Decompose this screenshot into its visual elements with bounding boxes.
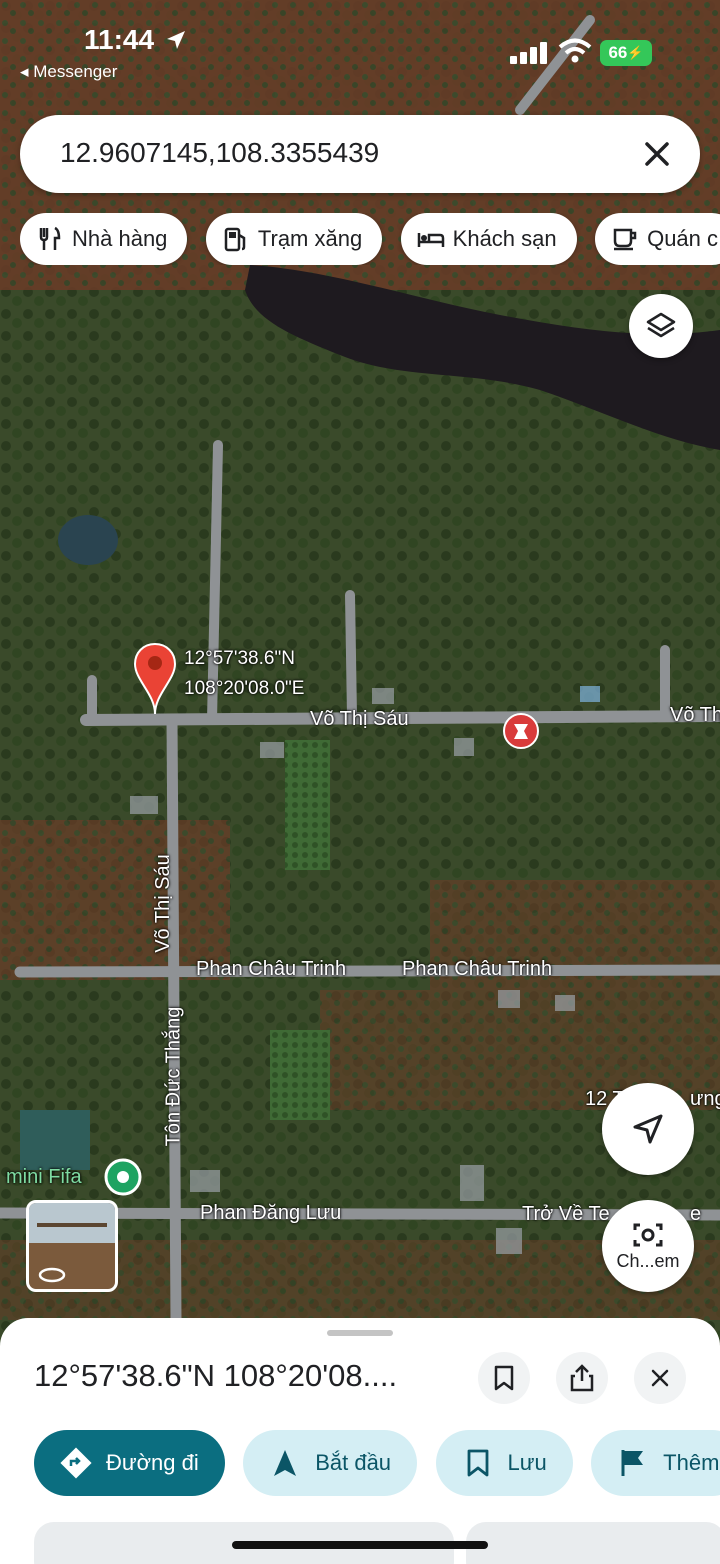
chip-label: Trạm xăng: [257, 226, 363, 251]
chip-label: Khách sạn: [452, 226, 557, 251]
street-label-tro-ve: Trở Về Te: [522, 1203, 610, 1225]
chip-restaurants[interactable]: Nhà hàng: [20, 213, 188, 265]
chip-cafes[interactable]: Quán c: [595, 213, 720, 265]
flag-icon: [621, 1450, 644, 1476]
close-icon[interactable]: [636, 133, 678, 175]
back-to-messenger[interactable]: ◂ Messenger: [20, 62, 117, 82]
status-bar: 11:44 ◂ Messenger 66 ⚡: [0, 0, 720, 96]
directions-label: Đường đi: [106, 1450, 199, 1475]
street-label-12-end: ưng: [690, 1088, 720, 1110]
chip-hotels[interactable]: Khách sạn: [400, 213, 577, 265]
search-query[interactable]: 12.9607145,108.3355439: [60, 137, 379, 169]
sheet-close-button[interactable]: [634, 1352, 686, 1404]
rotate-360-icon: [38, 1267, 66, 1283]
search-bar[interactable]: 12.9607145,108.3355439: [20, 115, 700, 193]
dropped-pin-icon[interactable]: [133, 642, 177, 716]
poi-label-mini-fifa: mini Fifa: [6, 1166, 82, 1188]
chip-label: Nhà hàng: [72, 226, 168, 251]
chip-gas-stations[interactable]: Trạm xăng: [205, 213, 383, 265]
sheet-title: 12°57'38.6"N 108°20'08....: [34, 1358, 398, 1393]
place-bottom-sheet: 12°57'38.6"N 108°20'08.... Đường đi Bắt …: [0, 1318, 720, 1564]
street-label-vo-thi-sau: Võ Thị Sáu: [310, 708, 409, 730]
share-icon: [570, 1364, 594, 1392]
more-label: Thêm: [663, 1450, 720, 1475]
directions-icon: [60, 1447, 92, 1479]
pin-longitude-label: 108°20'08.0"E: [184, 678, 305, 699]
street-label-ton-duc-thang: Tôn Đức Thắng: [162, 1006, 185, 1147]
share-button[interactable]: [556, 1352, 608, 1404]
sheet-drag-handle[interactable]: [327, 1330, 393, 1336]
street-label-tro-ve-end: e: [690, 1203, 702, 1225]
bed-icon: [417, 233, 444, 247]
street-label-vo-thi-sau-2: Võ Th: [670, 704, 720, 726]
home-indicator[interactable]: [232, 1541, 488, 1549]
place-poi-icon[interactable]: [104, 1158, 142, 1198]
close-icon: [651, 1369, 669, 1387]
street-view-thumbnail[interactable]: [26, 1200, 118, 1292]
pin-latitude-label: 12°57'38.6"N: [184, 648, 295, 669]
directions-button[interactable]: Đường đi: [34, 1430, 225, 1496]
save-icon-button[interactable]: [478, 1352, 530, 1404]
category-chips: Nhà hàng Trạm xăng Khách sạn Quán c: [20, 213, 720, 265]
my-location-button[interactable]: [602, 1083, 694, 1175]
coffee-icon: [613, 228, 637, 251]
save-label: Lưu: [507, 1450, 547, 1475]
pharmacy-poi-icon[interactable]: [502, 712, 540, 750]
action-buttons: Đường đi Bắt đầu Lưu Thêm: [34, 1430, 720, 1496]
location-arrow-icon: [167, 31, 185, 49]
gas-station-icon: [224, 227, 246, 252]
wifi-icon: [558, 38, 592, 63]
preview-card[interactable]: [466, 1522, 720, 1564]
lens-label: Ch...em: [616, 1250, 680, 1271]
battery-level: 66: [608, 43, 628, 62]
layers-button[interactable]: [629, 294, 693, 358]
chip-label: Quán c: [647, 226, 719, 251]
start-label: Bắt đầu: [315, 1450, 392, 1475]
save-button[interactable]: Lưu: [435, 1430, 573, 1496]
camera-lens-icon: [633, 1223, 663, 1246]
fork-knife-icon: [39, 226, 61, 250]
street-label-phan-chau-trinh: Phan Châu Trinh: [196, 958, 347, 980]
battery-indicator: 66 ⚡: [600, 40, 652, 66]
charging-bolt-icon: ⚡: [627, 45, 644, 60]
layers-icon: [646, 312, 676, 338]
street-label-vo-thi-sau-vertical: Võ Thị Sáu: [151, 854, 174, 953]
street-label-phan-dang-luu: Phan Đăng Lưu: [200, 1202, 342, 1224]
bookmark-icon: [494, 1365, 514, 1391]
more-button[interactable]: Thêm: [591, 1430, 720, 1496]
start-button[interactable]: Bắt đầu: [243, 1430, 418, 1496]
navigation-arrow-icon: [274, 1450, 297, 1476]
bookmark-icon: [467, 1449, 488, 1477]
street-label-phan-chau-trinh-2: Phan Châu Trinh: [402, 958, 553, 980]
cellular-signal-icon: [510, 42, 547, 64]
status-time: 11:44: [84, 24, 155, 55]
lens-button[interactable]: Ch...em: [602, 1200, 694, 1292]
navigation-arrow-icon: [633, 1114, 663, 1144]
